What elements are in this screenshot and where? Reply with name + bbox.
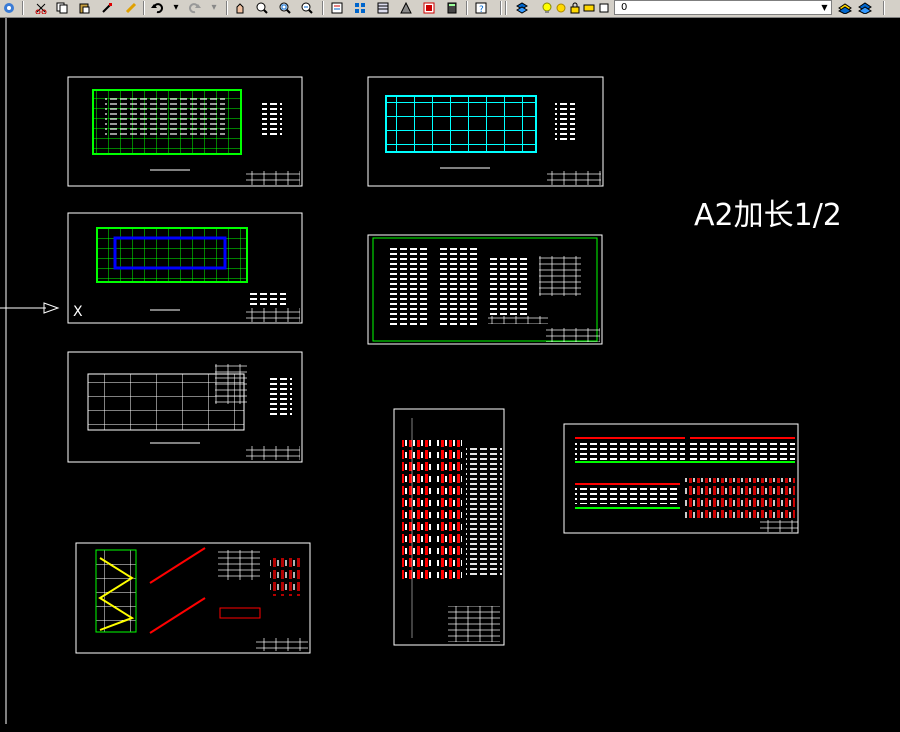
layer-manager-icon[interactable] (515, 1, 529, 15)
design-center-icon[interactable] (353, 1, 367, 15)
redo-icon[interactable] (188, 1, 202, 15)
drawing-sheet-2[interactable] (367, 76, 604, 187)
standard-toolbar: ▾ ▾ ? 0 ▼ (0, 0, 900, 18)
ucs-icon: X (0, 302, 83, 320)
chevron-down-icon[interactable]: ▼ (819, 2, 830, 13)
copy-icon[interactable] (55, 1, 69, 15)
svg-text:?: ? (479, 5, 484, 14)
drawing-sheet-8[interactable] (75, 542, 311, 654)
drawing-sheet-1[interactable] (67, 76, 303, 187)
match-icon[interactable] (100, 1, 114, 15)
zoom-realtime-icon[interactable] (255, 1, 269, 15)
toolbar-separator (883, 1, 885, 15)
toolbar-grip (505, 1, 507, 15)
undo-icon[interactable] (150, 1, 164, 15)
help-icon[interactable]: ? (474, 1, 488, 15)
toolbar-separator (500, 1, 502, 15)
zoom-previous-icon[interactable] (300, 1, 314, 15)
lightbulb-icon[interactable] (540, 1, 554, 15)
zoom-window-icon[interactable] (278, 1, 292, 15)
lock-icon[interactable] (568, 1, 582, 15)
layer-dropdown-value: 0 (621, 2, 628, 13)
layer-dropdown[interactable]: 0 ▼ (614, 0, 832, 15)
toolbar-separator (322, 1, 324, 15)
toolbar-separator (466, 1, 468, 15)
drawing-sheet-5[interactable] (67, 351, 303, 463)
drawing-sheet-6[interactable] (393, 408, 505, 646)
toolbar-separator (22, 1, 24, 15)
paste-icon[interactable] (77, 1, 91, 15)
markup-icon[interactable] (399, 1, 413, 15)
drawing-canvas[interactable]: X A2加长1/2 (0, 18, 900, 724)
sheet-set-icon[interactable] (422, 1, 436, 15)
color-swatch-icon[interactable] (597, 1, 611, 15)
layer-previous-icon[interactable] (838, 1, 852, 15)
calculator-icon[interactable] (445, 1, 459, 15)
ucs-x-label: X (73, 304, 83, 320)
sun-icon[interactable] (554, 1, 568, 15)
layer-state-icon[interactable] (858, 1, 872, 15)
pan-icon[interactable] (233, 1, 247, 15)
pencil-icon[interactable] (124, 1, 138, 15)
undo-dropdown-icon[interactable]: ▾ (172, 1, 180, 15)
drawing-sheet-7[interactable] (563, 423, 799, 534)
layer-icon[interactable] (2, 1, 16, 15)
toolbar-separator (226, 1, 228, 15)
properties-icon[interactable] (330, 1, 344, 15)
cut-icon[interactable] (34, 1, 48, 15)
redo-dropdown-icon[interactable]: ▾ (210, 1, 218, 15)
annotation-text: A2加长1/2 (694, 198, 842, 233)
command-line[interactable] (0, 724, 900, 732)
tool-palette-icon[interactable] (376, 1, 390, 15)
drawing-sheet-3[interactable] (67, 212, 303, 324)
toolbar-separator (143, 1, 145, 15)
drawing-sheet-4[interactable] (367, 234, 603, 345)
print-icon[interactable] (582, 1, 596, 15)
